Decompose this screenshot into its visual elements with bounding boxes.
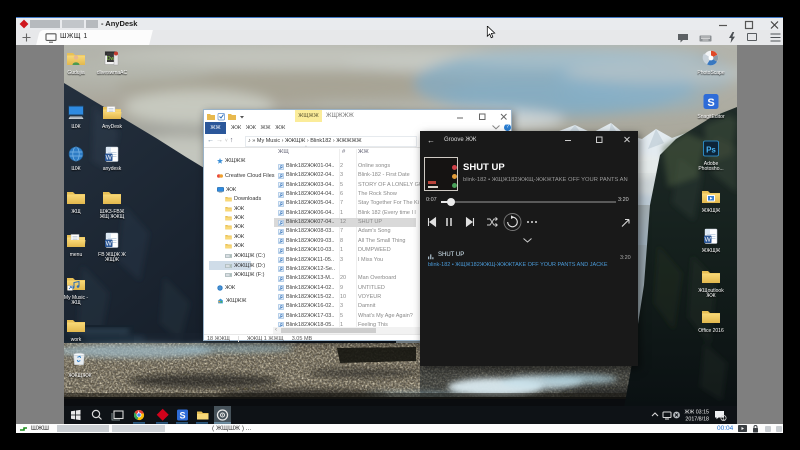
svg-text:S: S (179, 411, 185, 421)
svg-text:2017/8/18: 2017/8/18 (685, 417, 709, 423)
svg-text:1: 1 (722, 416, 725, 422)
svg-text:ЖЖ 03:15: ЖЖ 03:15 (684, 410, 709, 416)
